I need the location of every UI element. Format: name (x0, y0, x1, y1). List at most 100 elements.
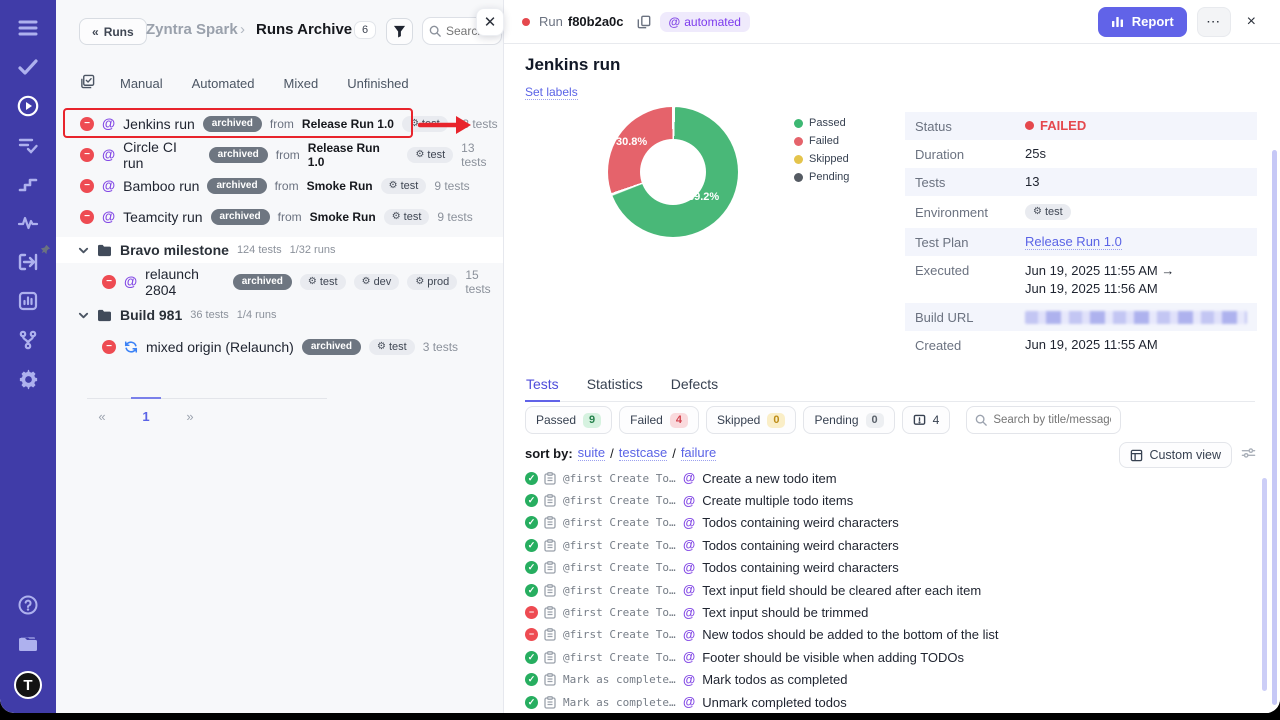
custom-view-button[interactable]: Custom view (1119, 442, 1232, 468)
filter-skipped-chip[interactable]: Skipped 0 (706, 406, 797, 434)
results-donut-chart: 30.8% 69.2% (608, 107, 738, 237)
sort-by-testcase-link[interactable]: testcase (619, 445, 667, 461)
failed-status-icon: − (80, 210, 94, 224)
test-row[interactable]: ✓ Mark as complete… @ Mark todos as comp… (504, 669, 1266, 691)
run-details-table: Status FAILED Duration 25s Tests 13 Envi… (905, 112, 1257, 359)
test-row[interactable]: ✓ @first Create To… @ Todos containing w… (504, 557, 1266, 579)
tab-unfinished[interactable]: Unfinished (347, 76, 408, 91)
tests-list-scrollbar[interactable] (1262, 478, 1267, 691)
run-row-bamboo[interactable]: − @ Bamboo run archived from Smoke Run ⚙… (56, 170, 503, 201)
tests-count: 9 tests (434, 179, 469, 193)
tab-mixed[interactable]: Mixed (284, 76, 319, 91)
copy-icon[interactable] (637, 15, 651, 29)
passed-status-icon: ✓ (525, 539, 538, 552)
tests-count: 3 tests (423, 340, 458, 354)
filter-failed-chip[interactable]: Failed 4 (619, 406, 699, 434)
test-row[interactable]: ✓ @first Create To… @ Text input field s… (504, 579, 1266, 601)
panel-scrollbar[interactable] (1272, 150, 1277, 705)
analytics-icon[interactable] (16, 289, 40, 313)
test-plan-link[interactable]: Release Run 1.0 (1025, 234, 1122, 250)
tab-tests[interactable]: Tests (525, 372, 560, 402)
test-row[interactable]: ✓ Mark as complete… @ Unmark completed t… (504, 691, 1266, 713)
tests-check-icon[interactable] (16, 55, 40, 79)
run-row-teamcity[interactable]: − @ Teamcity run archived from Smoke Run… (56, 201, 503, 232)
detail-close-button[interactable]: × (1241, 11, 1262, 33)
folder-row-build-981[interactable]: Build 981 36 tests 1/4 runs (56, 302, 503, 328)
pin-icon[interactable] (40, 242, 51, 260)
detail-tabs: Tests Statistics Defects (525, 372, 1255, 402)
clipboard-icon (544, 584, 556, 597)
gear-icon: ⚙ (389, 181, 398, 191)
run-row-relaunch-2804[interactable]: − @ relaunch 2804 archived ⚙test ⚙dev ⚙p… (56, 266, 503, 297)
more-actions-button[interactable]: ⋯ (1197, 7, 1231, 37)
tests-search-box[interactable] (966, 406, 1121, 434)
failed-count-badge: 4 (670, 413, 688, 428)
breadcrumb-separator: › (240, 21, 245, 38)
test-suite: Mark as complete… (563, 673, 677, 686)
tab-defects[interactable]: Defects (670, 372, 719, 401)
run-row-jenkins[interactable]: − @ Jenkins run archived from Release Ru… (56, 108, 503, 139)
archived-badge: archived (211, 209, 270, 225)
archived-badge: archived (302, 339, 361, 355)
activity-pulse-icon[interactable] (16, 211, 40, 235)
chevron-down-icon[interactable] (78, 310, 89, 321)
test-row[interactable]: ✓ @first Create To… @ Create multiple to… (504, 489, 1266, 511)
pagination-next-button[interactable]: » (175, 407, 205, 424)
set-labels-link[interactable]: Set labels (525, 85, 578, 100)
tests-search-input[interactable] (993, 414, 1111, 426)
detail-row-created: Created Jun 19, 2025 11:55 AM (905, 331, 1257, 359)
run-name: Bamboo run (123, 178, 199, 194)
chevron-down-icon[interactable] (78, 245, 89, 256)
folder-row-bravo-milestone[interactable]: Bravo milestone 124 tests 1/32 runs (56, 237, 503, 263)
tab-manual[interactable]: Manual (120, 76, 163, 91)
filter-button[interactable] (386, 18, 413, 45)
env-chip: ⚙test (1025, 204, 1071, 220)
pagination-prev-button[interactable]: « (87, 407, 117, 424)
test-row[interactable]: − @first Create To… @ Text input should … (504, 601, 1266, 623)
filter-passed-chip[interactable]: Passed 9 (525, 406, 612, 434)
back-to-runs-button[interactable]: « Runs (79, 18, 147, 45)
automated-run-icon: @ (102, 178, 115, 193)
run-row-mixed-origin[interactable]: − mixed origin (Relaunch) archived ⚙test… (56, 331, 503, 362)
import-icon[interactable] (16, 250, 40, 274)
pagination: « 1 » (87, 398, 327, 424)
clipboard-icon (544, 539, 556, 552)
pagination-page-1[interactable]: 1 (131, 397, 161, 425)
passed-dot-icon (794, 119, 803, 128)
source-plan: Smoke Run (310, 210, 376, 224)
projects-folder-icon[interactable] (16, 632, 40, 656)
automated-icon: @ (669, 15, 681, 29)
test-row[interactable]: ✓ @first Create To… @ Todos containing w… (504, 512, 1266, 534)
sort-by-failure-link[interactable]: failure (681, 445, 716, 461)
help-icon[interactable] (16, 593, 40, 617)
tab-statistics[interactable]: Statistics (586, 372, 644, 401)
run-row-circle-ci[interactable]: − @ Circle CI run archived from Release … (56, 139, 503, 170)
tests-count: 13 tests (456, 117, 498, 131)
view-settings-sliders-icon[interactable] (1241, 446, 1256, 460)
env-chip: ⚙test (300, 274, 346, 290)
tab-automated[interactable]: Automated (192, 76, 255, 91)
multi-select-icon[interactable] (80, 74, 95, 92)
test-plans-icon[interactable] (16, 133, 40, 157)
breadcrumb-project[interactable]: Zyntra Spark (146, 21, 238, 38)
report-button[interactable]: Report (1098, 7, 1187, 37)
test-row[interactable]: ✓ @first Create To… @ Footer should be v… (504, 646, 1266, 668)
milestones-steps-icon[interactable] (16, 172, 40, 196)
test-row[interactable]: − @first Create To… @ New todos should b… (504, 624, 1266, 646)
filter-pending-chip[interactable]: Pending 0 (803, 406, 894, 434)
build-url-redacted-value[interactable] (1025, 311, 1247, 324)
settings-gear-icon[interactable] (16, 367, 40, 391)
test-row[interactable]: ✓ @first Create To… @ Todos containing w… (504, 534, 1266, 556)
branches-icon[interactable] (16, 328, 40, 352)
test-suite: @first Create To… (563, 561, 677, 574)
menu-icon[interactable] (16, 16, 40, 40)
runs-play-icon[interactable] (16, 94, 40, 118)
test-row[interactable]: ✓ @first Create To… @ Create a new todo … (504, 467, 1266, 489)
app-logo[interactable]: T (14, 671, 42, 699)
executed-start: Jun 19, 2025 11:55 AM → (1025, 262, 1174, 280)
passed-status-icon: ✓ (525, 651, 538, 664)
sort-by-suite-link[interactable]: suite (578, 445, 605, 461)
runs-count-badge: 6 (354, 21, 376, 39)
filter-comments-chip[interactable]: 4 (902, 406, 951, 434)
panel-close-button[interactable]: ✕ (476, 8, 504, 36)
